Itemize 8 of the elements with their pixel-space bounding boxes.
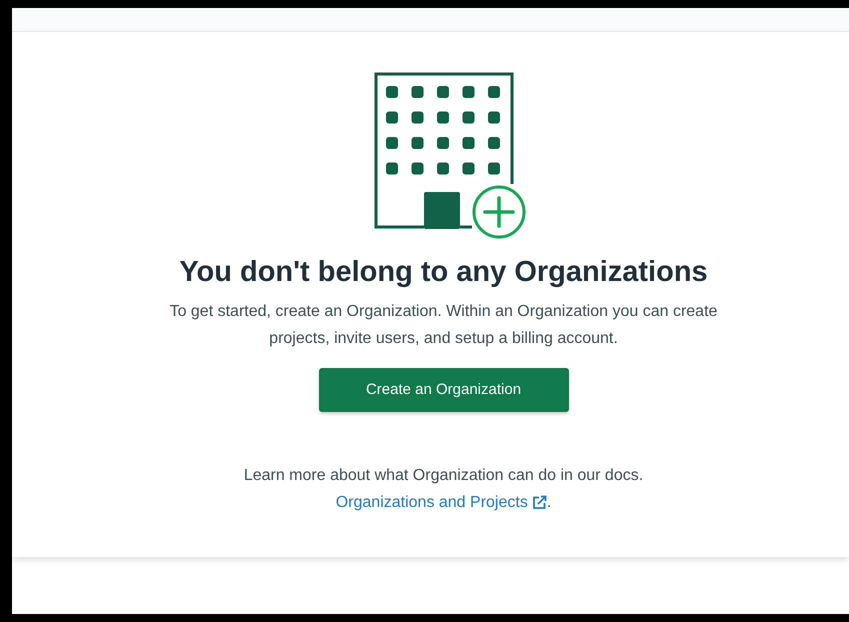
building-plus-icon [374, 72, 528, 240]
empty-state-description: To get started, create an Organization. Within an Organization you can create projects, invite users, and setup a billing account. [168, 302, 718, 350]
period-text: . [546, 493, 552, 514]
learn-more-text: Learn more about what Organization can do in our docs. [244, 466, 644, 486]
external-link-icon [532, 495, 547, 510]
empty-state-title: You don't belong to any Organizations [179, 255, 708, 290]
create-organization-button[interactable]: Create an Organization [318, 368, 568, 412]
organizations-projects-link[interactable]: Organizations and Projects [336, 489, 547, 516]
